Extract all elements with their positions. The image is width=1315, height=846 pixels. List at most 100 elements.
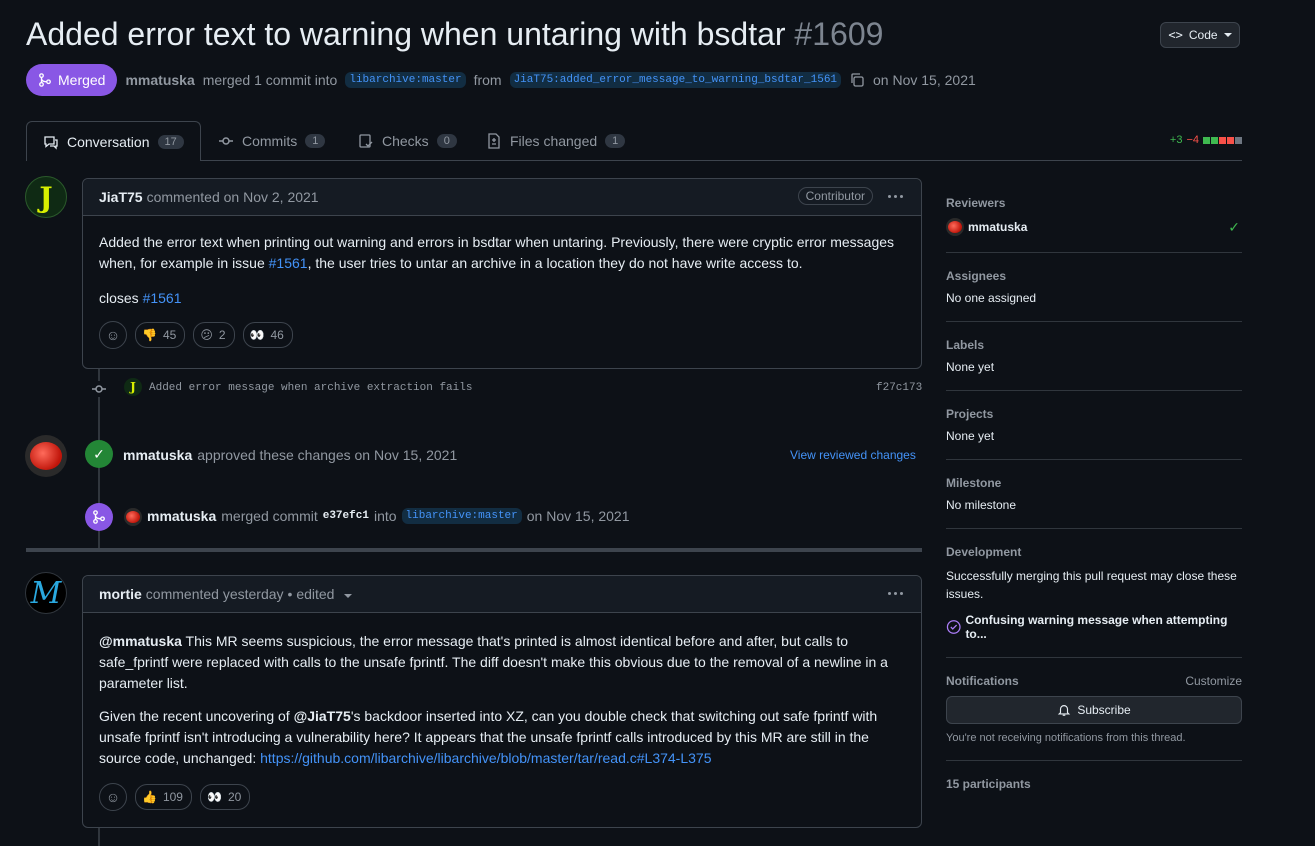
user-mention[interactable]: @JiaT75 [294, 708, 351, 724]
reaction-count: 45 [162, 327, 177, 342]
checklist-icon [359, 133, 373, 148]
avatar-glyph: M [30, 575, 62, 611]
user-mention[interactable]: @mmatuska [99, 633, 182, 649]
kebab-icon[interactable] [888, 195, 903, 198]
avatar-glyph [126, 511, 140, 523]
commit-sha[interactable]: f27c173 [876, 382, 922, 394]
pr-title: Added error text to warning when untarin… [26, 16, 883, 53]
approver-link[interactable]: mmatuska [123, 447, 192, 463]
comment-box: mortie commented yesterday • edited @mma… [82, 575, 922, 828]
base-branch[interactable]: libarchive:master [345, 72, 466, 88]
add-reaction-icon[interactable]: ☺ [99, 783, 127, 811]
diffstat: +3 −4 [1170, 134, 1242, 146]
into-text: into [373, 508, 397, 524]
chevron-down-icon [1223, 33, 1232, 37]
comment-timestamp[interactable]: commented yesterday [146, 586, 284, 602]
tab-commits[interactable]: Commits 1 [218, 121, 326, 160]
sidebar-participants: 15 participants [946, 761, 1242, 791]
sidebar-heading[interactable]: Development [946, 545, 1242, 559]
tab-counter: 17 [157, 134, 184, 149]
file-diff-icon [488, 132, 500, 149]
avatar[interactable] [946, 218, 964, 236]
reaction-count: 2 [218, 327, 226, 342]
source-link[interactable]: https://github.com/libarchive/libarchive… [260, 750, 711, 766]
sidebar-notifications: Notifications Customize Subscribe You're… [946, 658, 1242, 761]
sidebar-heading[interactable]: Reviewers [946, 196, 1242, 210]
code-button[interactable]: <> Code [1160, 22, 1240, 48]
commit-icon [219, 136, 233, 145]
closes-text: closes [99, 290, 139, 306]
status-label: Merged [58, 72, 106, 88]
reaction-thumbs-down[interactable]: 👎 45 [135, 322, 186, 348]
avatar[interactable]: J [124, 378, 142, 396]
comment-body: Added the error text when printing out w… [83, 216, 921, 361]
reaction-emoji: 👍 [142, 789, 157, 804]
merge-action-text: merged 1 commit into [202, 72, 338, 88]
avatar[interactable]: J [25, 176, 67, 218]
tab-label: Commits [242, 132, 298, 149]
comment-author[interactable]: mortie [99, 586, 142, 602]
tab-counter: 1 [305, 133, 326, 148]
tab-counter: 0 [436, 133, 457, 148]
sidebar-reviewers: Reviewers mmatuska ✓ [946, 196, 1242, 253]
closes-issue-link[interactable]: #1561 [143, 290, 182, 306]
comment-box: JiaT75 commented on Nov 2, 2021 Contribu… [82, 178, 922, 369]
check-icon: ✓ [1228, 218, 1240, 235]
merger-link[interactable]: mmatuska [147, 508, 216, 524]
avatar-glyph [30, 442, 62, 470]
view-reviewed-changes-link[interactable]: View reviewed changes [790, 448, 916, 462]
edited-indicator[interactable]: • edited [288, 586, 335, 602]
issue-closed-icon [946, 620, 961, 634]
sidebar-heading[interactable]: Labels [946, 338, 1242, 352]
tab-conversation[interactable]: Conversation 17 [26, 121, 201, 161]
comment-timestamp[interactable]: commented on Nov 2, 2021 [147, 189, 319, 205]
sidebar-heading[interactable]: Projects [946, 407, 1242, 421]
sidebar-projects: Projects None yet [946, 391, 1242, 460]
add-reaction-icon[interactable]: ☺ [99, 321, 127, 349]
commit-message[interactable]: Added error message when archive extract… [149, 382, 472, 394]
kebab-icon[interactable] [888, 592, 903, 595]
reaction-count: 20 [227, 789, 242, 804]
merger-link[interactable]: mmatuska [125, 72, 194, 88]
issue-link[interactable]: #1561 [269, 255, 308, 271]
customize-link[interactable]: Customize [1185, 674, 1242, 688]
merge-event: mmatuska merged commit e37efc1 into liba… [147, 508, 630, 524]
timeline-line [98, 826, 100, 846]
reaction-confused[interactable]: 😕 2 [193, 322, 235, 348]
reaction-emoji: 👀 [249, 327, 265, 342]
diffstat-additions: +3 [1169, 134, 1183, 146]
sidebar-heading: Notifications [946, 674, 1019, 688]
reactions-bar: ☺ 👎 45 😕 2 👀 46 [99, 321, 905, 349]
chevron-down-icon[interactable] [344, 593, 353, 598]
head-branch[interactable]: JiaT75:added_error_message_to_warning_bs… [509, 72, 842, 88]
reaction-count: 109 [162, 789, 183, 804]
tab-files-changed[interactable]: Files changed 1 [486, 121, 626, 160]
linked-issue[interactable]: Confusing warning message when attemptin… [946, 613, 1242, 641]
sidebar-heading[interactable]: Assignees [946, 269, 1242, 283]
reaction-eyes[interactable]: 👀 20 [199, 784, 251, 810]
sidebar-value: No one assigned [946, 291, 1037, 305]
avatar[interactable]: M [25, 572, 67, 614]
approval-text: approved these changes on Nov 15, 2021 [197, 447, 458, 463]
linked-issue-title[interactable]: Confusing warning message when attemptin… [965, 613, 1242, 641]
merge-target-branch[interactable]: libarchive:master [401, 508, 522, 524]
avatar[interactable] [25, 435, 67, 477]
merge-commit-sha[interactable]: e37efc1 [323, 510, 369, 522]
sidebar-assignees: Assignees No one assigned [946, 253, 1242, 322]
reaction-eyes[interactable]: 👀 46 [242, 322, 293, 348]
reaction-thumbs-up[interactable]: 👍 109 [135, 784, 192, 810]
notification-note: You're not receiving notifications from … [946, 732, 1186, 744]
comment-text: Given the recent uncovering of [99, 708, 294, 724]
code-icon: <> [1168, 28, 1183, 42]
avatar[interactable] [124, 508, 142, 526]
comment-author[interactable]: JiaT75 [99, 189, 143, 205]
sidebar-heading[interactable]: Milestone [946, 476, 1242, 490]
sidebar-milestone: Milestone No milestone [946, 460, 1242, 529]
subscribe-button[interactable]: Subscribe [946, 696, 1242, 724]
from-text: from [473, 72, 502, 88]
reviewer-name[interactable]: mmatuska [968, 220, 1027, 234]
tab-checks[interactable]: Checks 0 [358, 121, 457, 160]
sidebar-development: Development Successfully merging this pu… [946, 529, 1242, 658]
merge-event-icon [85, 503, 113, 531]
copy-icon[interactable] [849, 72, 865, 88]
